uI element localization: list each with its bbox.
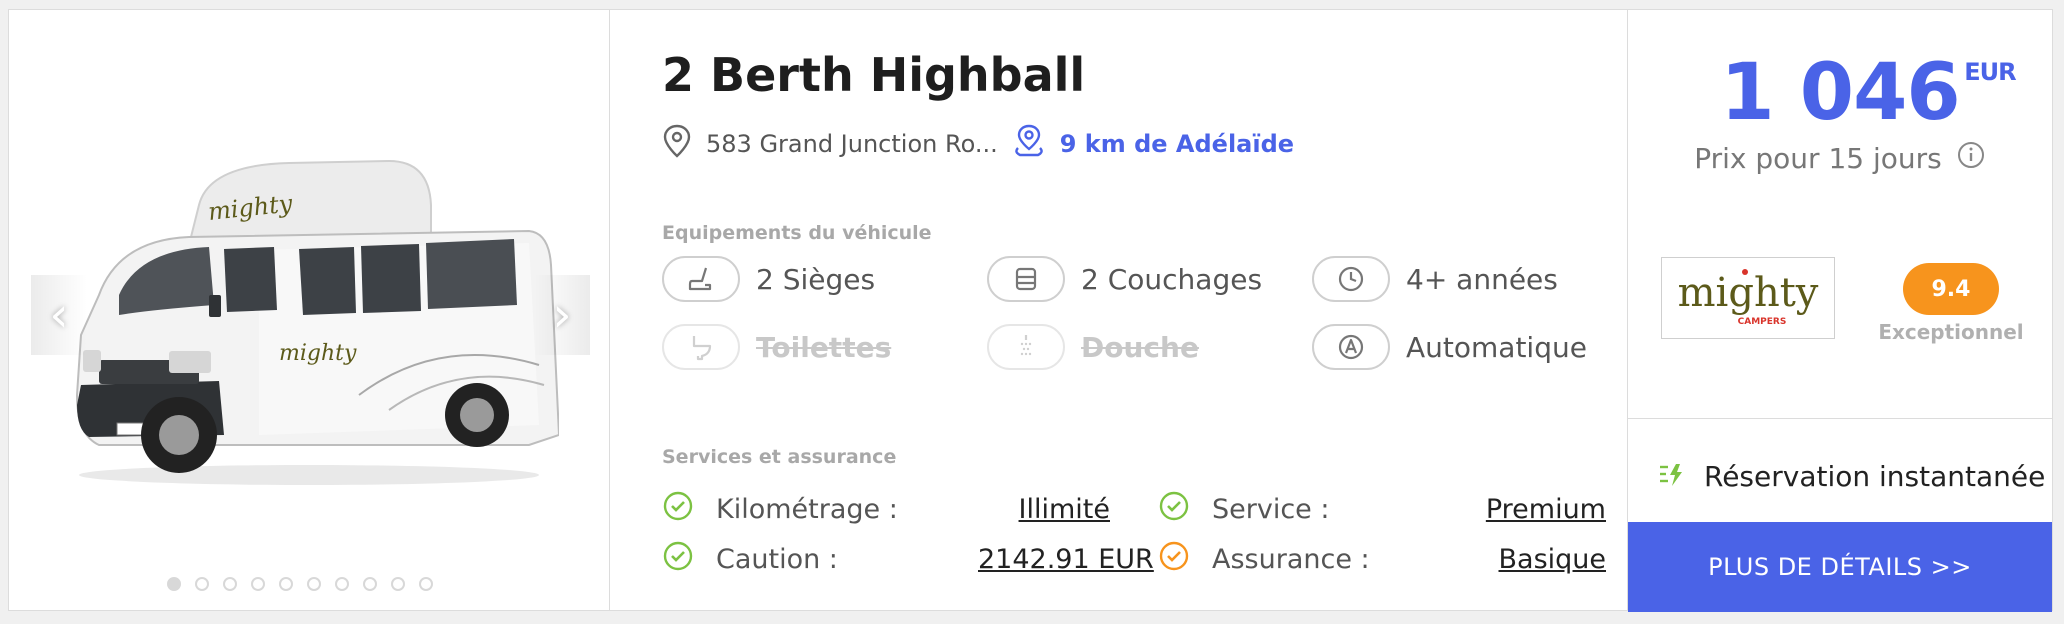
equipment-section-title: Equipements du véhicule: [662, 222, 932, 244]
listing-details: 2 Berth Highball 583 Grand Junction Ro..…: [610, 10, 1628, 610]
equipment-grid: 2 Sièges 2 Couchages 4+ années Toilettes: [662, 254, 1637, 372]
check-orange-icon: [1158, 540, 1190, 579]
equipment-label: 4+ années: [1406, 262, 1558, 296]
gallery-next-button[interactable]: ›: [534, 275, 590, 355]
equipment-label: Toilettes: [756, 330, 892, 364]
rating-badge: 9.4: [1903, 263, 1999, 315]
vehicle-photo[interactable]: mighty mighty: [59, 145, 561, 489]
rating-label: Exceptionnel: [1878, 320, 2024, 344]
equipment-item: Douche: [987, 322, 1312, 372]
check-green-icon: [1158, 490, 1190, 529]
equipment-item: Automatique: [1312, 322, 1637, 372]
gallery-dot[interactable]: [195, 577, 209, 591]
equipment-item: 4+ années: [1312, 254, 1637, 304]
location-row: 583 Grand Junction Ro... 9 km de Adélaïd…: [662, 124, 1294, 164]
distance-pin-icon: [1012, 124, 1046, 164]
location-pin-icon: [662, 124, 692, 164]
price-amount: 1 046 EUR: [1720, 48, 2016, 138]
equipment-label: 2 Couchages: [1081, 262, 1263, 296]
gallery-dot[interactable]: [279, 577, 293, 591]
equipment-item: Toilettes: [662, 322, 987, 372]
gallery-dot[interactable]: [307, 577, 321, 591]
equipment-label: Douche: [1081, 330, 1199, 364]
price-currency: EUR: [1964, 58, 2016, 86]
gallery-dot[interactable]: [223, 577, 237, 591]
pricing-panel: 1 046 EUR Prix pour 15 jours mighty CAMP…: [1628, 10, 2052, 612]
gallery-pagination: [167, 577, 433, 591]
service-value-link[interactable]: 2142.91 EUR: [978, 544, 1154, 575]
check-green-icon: [662, 540, 694, 579]
van-side-branding: mighty: [279, 341, 357, 366]
distance-text: 9 km de Adélaïde: [1059, 130, 1295, 158]
provider-logo[interactable]: mighty CAMPERS: [1661, 257, 1835, 339]
services-section-title: Services et assurance: [662, 446, 897, 468]
equipment-item: 2 Couchages: [987, 254, 1312, 304]
service-label: Service :: [1212, 494, 1330, 525]
instant-booking-icon: [1658, 462, 1684, 492]
price-value: 1 046: [1720, 48, 1960, 138]
service-label: Assurance :: [1212, 544, 1370, 575]
equipment-label: Automatique: [1406, 330, 1587, 364]
gallery-dot[interactable]: [363, 577, 377, 591]
price-subtitle: Prix pour 15 jours: [1694, 142, 1942, 175]
provider-logo-subtext: CAMPERS: [1738, 317, 1787, 327]
gallery-dot[interactable]: [391, 577, 405, 591]
service-value-link[interactable]: Basique: [1474, 544, 1607, 575]
services-row: Kilométrage : Illimité Service : Premium: [662, 490, 1606, 529]
price-block: 1 046 EUR Prix pour 15 jours: [1628, 48, 2052, 177]
seat-icon: [662, 256, 740, 302]
services-row: Caution : 2142.91 EUR Assurance : Basiqu…: [662, 540, 1606, 579]
service-label: Caution :: [716, 544, 838, 575]
details-button[interactable]: PLUS DE DÉTAILS >>: [1628, 522, 2052, 612]
image-gallery[interactable]: mighty mighty ‹ ›: [9, 10, 610, 610]
provider-logo-text: mighty: [1678, 270, 1819, 316]
gallery-prev-button[interactable]: ‹: [31, 275, 87, 355]
toilet-icon: [662, 324, 740, 370]
info-icon[interactable]: [1956, 140, 1986, 177]
service-label: Kilométrage :: [716, 494, 898, 525]
service-value-link[interactable]: Premium: [1474, 494, 1606, 525]
automatic-transmission-icon: [1312, 324, 1390, 370]
gallery-dot[interactable]: [167, 577, 181, 591]
bed-icon: [987, 256, 1065, 302]
listing-title[interactable]: 2 Berth Highball: [662, 48, 1085, 102]
instant-booking-row: Réservation instantanée: [1658, 460, 2045, 493]
gallery-dot[interactable]: [251, 577, 265, 591]
divider: [1628, 418, 2052, 419]
gallery-dot[interactable]: [335, 577, 349, 591]
equipment-item: 2 Sièges: [662, 254, 987, 304]
clock-icon: [1312, 256, 1390, 302]
address-text: 583 Grand Junction Ro...: [706, 130, 998, 158]
check-green-icon: [662, 490, 694, 529]
equipment-label: 2 Sièges: [756, 262, 876, 296]
chevron-left-icon: ‹: [49, 287, 69, 343]
chevron-right-icon: ›: [552, 287, 572, 343]
price-subtitle-row: Prix pour 15 jours: [1628, 140, 2052, 177]
listing-card: mighty mighty ‹ › 2 Berth Highball 583 G…: [8, 9, 2053, 612]
instant-booking-label: Réservation instantanée: [1704, 460, 2046, 493]
service-value-link[interactable]: Illimité: [978, 494, 1110, 525]
shower-icon: [987, 324, 1065, 370]
gallery-dot[interactable]: [419, 577, 433, 591]
